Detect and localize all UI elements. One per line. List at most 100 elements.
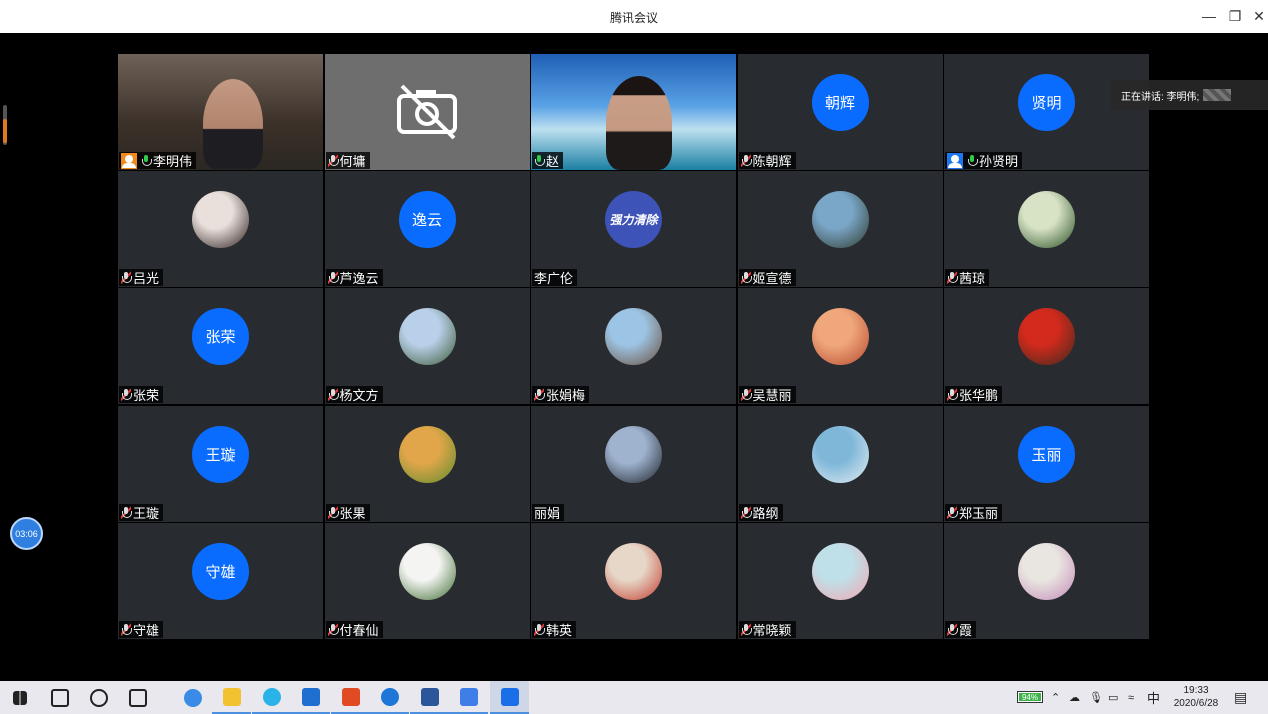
microphone-muted-icon (121, 388, 132, 402)
participant-tile[interactable]: 张娟梅 (531, 288, 736, 405)
browser-360-icon (262, 687, 281, 706)
taskbar-app-start[interactable] (0, 681, 39, 714)
wifi-icon[interactable]: ≈ (1128, 681, 1134, 714)
participant-name: 霞 (959, 622, 973, 638)
taskbar-app-office[interactable] (331, 681, 370, 714)
avatar (811, 308, 869, 366)
avatar: 张荣 (192, 308, 249, 366)
taskbar-app-browser-360[interactable] (252, 681, 291, 714)
microphone-muted-icon (327, 271, 339, 285)
system-clock[interactable]: 19:33 2020/6/28 (1168, 684, 1224, 710)
participant-nameplate: 张果 (325, 503, 370, 521)
participant-nameplate: 付春仙 (325, 620, 383, 638)
microphone-muted-icon (327, 505, 339, 519)
taskbar-app-word[interactable] (410, 681, 449, 714)
restore-icon[interactable]: ❐ (1222, 6, 1248, 26)
microphone-muted-icon (947, 622, 958, 636)
participant-tile[interactable]: 张荣 张荣 (118, 288, 323, 405)
participant-tile[interactable]: 张果 (324, 405, 530, 522)
battery-icon[interactable]: 94% (1017, 691, 1043, 703)
participant-tile[interactable]: 吕光 (118, 171, 323, 288)
participant-name: 赵 (546, 154, 560, 169)
participant-name: 守雄 (133, 622, 160, 638)
avatar: 朝辉 (811, 74, 869, 131)
avatar: 强力清除 (605, 191, 662, 249)
participant-tile[interactable]: 茜琼 (944, 171, 1149, 288)
taskbar-app-mail[interactable] (291, 681, 330, 714)
ime-indicator[interactable]: 中 (1147, 681, 1160, 714)
video-person (203, 79, 263, 169)
battery-tray-icon[interactable]: ▭ (1108, 681, 1118, 714)
microphone-muted-icon (534, 388, 545, 402)
video-person (606, 76, 672, 170)
participant-tile[interactable]: 常晓颖 (737, 522, 943, 639)
participant-tile[interactable]: 姬宣德 (737, 171, 943, 288)
participant-tile[interactable]: 朝辉 陈朝辉 (737, 54, 943, 170)
speaking-label: 正在讲话: 李明伟; (1121, 91, 1200, 103)
participant-name: 韩英 (546, 622, 573, 638)
participant-nameplate: 郑玉丽 (945, 503, 1003, 521)
avatar (811, 191, 869, 249)
participant-tile[interactable]: 霞 (944, 522, 1149, 639)
cloud-icon[interactable]: ☁ (1069, 681, 1080, 714)
participant-nameplate: 孙贤明 (945, 152, 1023, 169)
participant-tile[interactable]: 赵 (531, 54, 736, 170)
participant-tile[interactable]: 贤明孙贤明 (944, 54, 1149, 170)
taskbar-app-explorer[interactable] (212, 681, 251, 714)
microphone-tray-icon[interactable]: 🎙 (1089, 681, 1103, 714)
start-icon (12, 690, 27, 705)
participant-tile[interactable]: 吴慧丽 (737, 288, 943, 405)
avatar (1018, 542, 1075, 600)
microphone-muted-icon (740, 388, 752, 402)
taskbar-app-clock-app[interactable] (173, 681, 212, 714)
meeting-timer[interactable]: 03:06 (10, 517, 43, 550)
participant-tile[interactable]: 守雄 守雄 (118, 522, 323, 639)
participant-tile[interactable]: 玉丽郑玉丽 (944, 405, 1149, 522)
taskbar-app-cortana[interactable] (79, 681, 118, 714)
participant-name: 付春仙 (339, 622, 379, 638)
avatar (1018, 308, 1075, 366)
microphone-muted-icon (121, 271, 132, 285)
participant-tile[interactable]: 路纲 (737, 405, 943, 522)
minimize-icon[interactable]: — (1196, 6, 1222, 26)
participant-tile[interactable]: 杨文方 (324, 288, 530, 405)
taskbar-app-search[interactable] (40, 681, 79, 714)
word-icon (420, 687, 439, 706)
notification-icon[interactable]: ▤ (1234, 681, 1247, 714)
microphone-muted-icon (947, 271, 958, 285)
avatar (605, 542, 662, 600)
avatar: 玉丽 (1018, 425, 1075, 483)
close-icon[interactable]: ✕ (1246, 6, 1268, 26)
microphone-muted-icon (327, 154, 339, 167)
participant-tile[interactable]: 付春仙 (324, 522, 530, 639)
tencent-meeting-icon (500, 687, 519, 706)
participant-tile[interactable]: 强力清除 李广伦 (531, 171, 736, 288)
avatar (398, 425, 456, 483)
avatar (811, 425, 869, 483)
taskbar-app-taskview[interactable] (118, 681, 157, 714)
taskbar-app-tencent-meeting[interactable] (490, 681, 529, 714)
explorer-icon (222, 687, 241, 706)
microphone-muted-icon (740, 271, 752, 285)
participant-tile[interactable]: 李明伟 (118, 54, 323, 170)
taskbar-app-feishu[interactable] (449, 681, 488, 714)
participant-nameplate: 茜琼 (945, 269, 990, 287)
participant-tile[interactable]: 逸云 芦逸云 (324, 171, 530, 288)
participant-nameplate: 芦逸云 (325, 269, 383, 287)
participant-name: 张华鹏 (959, 388, 999, 404)
participant-tile[interactable]: 何墉 (324, 54, 530, 170)
taskbar-app-edge[interactable] (370, 681, 409, 714)
participant-name: 郑玉丽 (959, 505, 999, 521)
title-bar: 腾讯会议 — ❐ ✕ (0, 0, 1268, 33)
participant-tile[interactable]: 丽娟 (531, 405, 736, 522)
avatar: 贤明 (1018, 74, 1075, 131)
avatar (398, 308, 456, 366)
edge-icon (380, 687, 399, 706)
participant-tile[interactable]: 张华鹏 (944, 288, 1149, 405)
participant-tile[interactable]: 王璇 王璇 (118, 405, 323, 522)
camera-off-icon (397, 84, 457, 140)
participant-tile[interactable]: 韩英 (531, 522, 736, 639)
participant-nameplate: 姬宣德 (738, 269, 796, 287)
chevron-up-icon[interactable]: ⌃ (1051, 681, 1060, 714)
side-scroll-handle[interactable] (3, 105, 7, 145)
